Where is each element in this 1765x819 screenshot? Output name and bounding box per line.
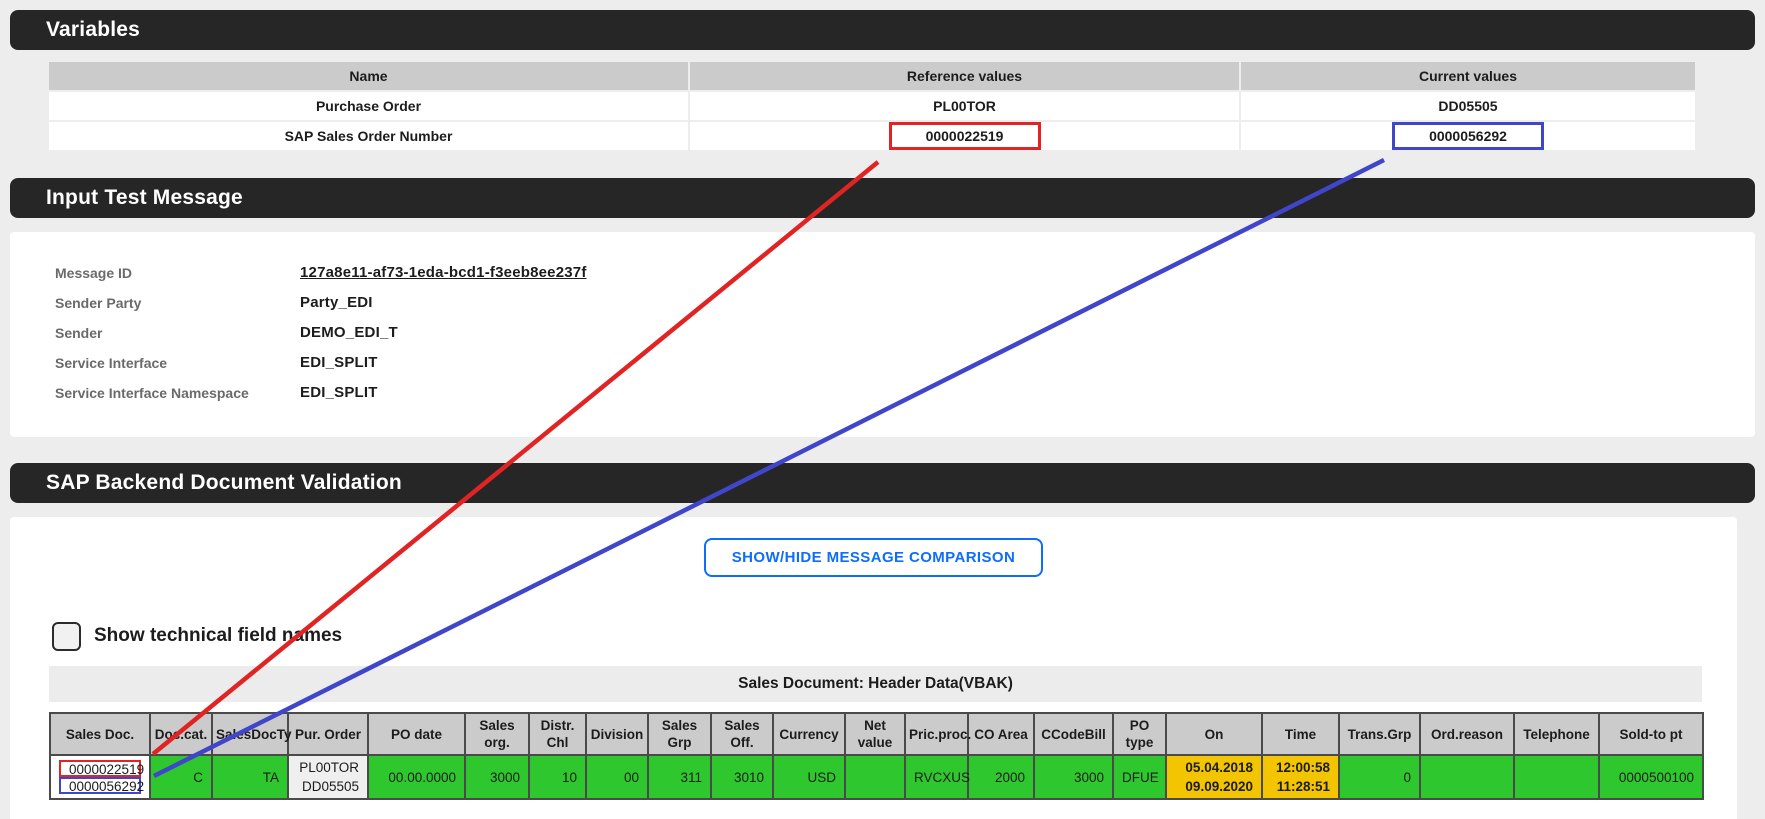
field-label: Service Interface Namespace [55,378,300,408]
variable-name: Purchase Order [49,92,688,120]
variables-table: Name Reference values Current values Pur… [47,60,1697,152]
cell-pur-order: PL00TOR DD05505 [288,755,368,799]
field-label: Message ID [55,258,300,288]
field-label: Sender [55,318,300,348]
col-header: Trans.Grp [1339,713,1420,755]
col-header: Sales Off. [711,713,773,755]
cell-sales-doc-type: TA [212,755,288,799]
cell-division: 00 [586,755,648,799]
col-header: Sold-to pt [1599,713,1703,755]
cell-po-type: DFUE [1113,755,1166,799]
col-header: Ord.reason [1420,713,1514,755]
variables-section-header: Variables [10,10,1755,50]
variable-name: SAP Sales Order Number [49,122,688,150]
col-header: Distr. Chl [529,713,586,755]
field-message-id: Message ID 127a8e11-af73-1eda-bcd1-f3eeb… [55,258,1755,288]
cell-on-date: 05.04.2018 09.09.2020 [1166,755,1262,799]
cell-net-value [845,755,905,799]
field-value: DEMO_EDI_T [300,318,398,348]
validation-card: SHOW/HIDE MESSAGE COMPARISON Show techni… [10,517,1737,819]
cell-sales-off: 3010 [711,755,773,799]
col-header: Doc.cat. [150,713,212,755]
variables-col-reference: Reference values [690,62,1239,90]
vbak-table: Sales Doc. Doc.cat. SalesDocTy Pur. Orde… [49,712,1704,800]
show-technical-field-names-checkbox[interactable] [52,622,81,651]
col-header: Sales org. [465,713,529,755]
vbak-table-title: Sales Document: Header Data(VBAK) [49,666,1702,702]
variable-current-value: 0000056292 [1241,122,1695,150]
technical-field-names-row: Show technical field names [52,621,1737,651]
cell-sales-org: 3000 [465,755,529,799]
field-sender: Sender DEMO_EDI_T [55,318,1755,348]
field-label: Service Interface [55,348,300,378]
variables-col-name: Name [49,62,688,90]
col-header: CO Area [968,713,1034,755]
message-id-link[interactable]: 127a8e11-af73-1eda-bcd1-f3eeb8ee237f [300,258,587,288]
field-value: Party_EDI [300,288,373,318]
cell-telephone [1514,755,1599,799]
field-value: EDI_SPLIT [300,378,378,408]
input-test-message-card: Message ID 127a8e11-af73-1eda-bcd1-f3eeb… [10,232,1755,437]
variables-col-current: Current values [1241,62,1695,90]
col-header: CCodeBill [1034,713,1113,755]
field-value: EDI_SPLIT [300,348,378,378]
cell-po-date: 00.00.0000 [368,755,465,799]
sap-backend-validation-section-header: SAP Backend Document Validation [10,463,1755,503]
show-hide-message-comparison-button[interactable]: SHOW/HIDE MESSAGE COMPARISON [704,538,1043,577]
col-header: Division [586,713,648,755]
cell-doc-cat: C [150,755,212,799]
cell-currency: USD [773,755,845,799]
cell-time: 12:00:58 11:28:51 [1262,755,1339,799]
variable-current-value: DD05505 [1241,92,1695,120]
cell-co-area: 2000 [968,755,1034,799]
sales-doc-reference-red-box: 0000022519 [59,760,141,777]
cell-sold-to-pt: 0000500100 [1599,755,1703,799]
field-service-interface-namespace: Service Interface Namespace EDI_SPLIT [55,378,1755,408]
sales-doc-cell: 0000022519 0000056292 [50,755,150,799]
cell-trans-grp: 0 [1339,755,1420,799]
cell-ccodebill: 3000 [1034,755,1113,799]
current-value-blue-box: 0000056292 [1392,122,1544,150]
col-header: On [1166,713,1262,755]
col-header: Pric.proc. [905,713,968,755]
cell-distr-chl: 10 [529,755,586,799]
col-header: Time [1262,713,1339,755]
cell-pric-proc: RVCXUS [905,755,968,799]
field-sender-party: Sender Party Party_EDI [55,288,1755,318]
col-header: Sales Doc. [50,713,150,755]
col-header: PO type [1113,713,1166,755]
col-header: Telephone [1514,713,1599,755]
variable-reference-value: PL00TOR [690,92,1239,120]
input-test-message-section-header: Input Test Message [10,178,1755,218]
vbak-data-row: 0000022519 0000056292 C TA PL00TOR DD055… [50,755,1703,799]
table-row: Purchase Order PL00TOR DD05505 [49,92,1695,120]
reference-value-red-box: 0000022519 [889,122,1041,150]
col-header: PO date [368,713,465,755]
field-label: Sender Party [55,288,300,318]
variables-header-row: Name Reference values Current values [49,62,1695,90]
table-row: SAP Sales Order Number 0000022519 000005… [49,122,1695,150]
sales-doc-current-blue-box: 0000056292 [59,777,141,794]
variable-reference-value: 0000022519 [690,122,1239,150]
col-header: Currency [773,713,845,755]
cell-ord-reason [1420,755,1514,799]
col-header: Pur. Order [288,713,368,755]
checkbox-label: Show technical field names [94,625,342,647]
cell-sales-grp: 311 [648,755,711,799]
col-header: Net value [845,713,905,755]
col-header: Sales Grp [648,713,711,755]
field-service-interface: Service Interface EDI_SPLIT [55,348,1755,378]
vbak-header-row: Sales Doc. Doc.cat. SalesDocTy Pur. Orde… [50,713,1703,755]
col-header: SalesDocTy [212,713,288,755]
